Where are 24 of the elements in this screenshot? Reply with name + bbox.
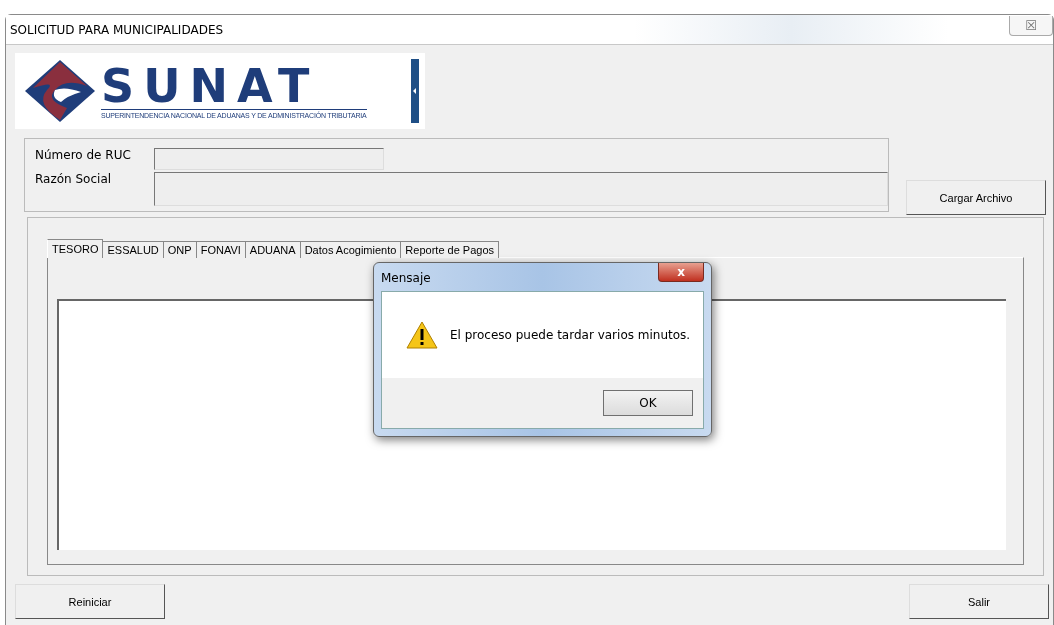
close-button[interactable]: x [658, 263, 704, 282]
close-button[interactable]: ☒ [1009, 15, 1053, 36]
input-field[interactable] [154, 148, 384, 170]
logo-icon [25, 60, 95, 122]
side-handle-icon [411, 59, 419, 123]
exit-button[interactable]: Salir [909, 584, 1049, 619]
window-title: SOLICITUD PARA MUNICIPALIDADES [10, 22, 224, 37]
tab[interactable]: TESORO [47, 239, 104, 258]
tab[interactable]: ONP [163, 241, 197, 258]
tab[interactable]: ESSALUD [103, 241, 164, 258]
warning-icon [406, 321, 438, 349]
dialog-title: Mensaje [381, 271, 431, 285]
logo-name: SUNAT [101, 63, 319, 109]
tab[interactable]: FONAVI [196, 241, 246, 258]
tab[interactable]: Reporte de Pagos [401, 241, 500, 258]
load-file-button[interactable]: Cargar Archivo [906, 180, 1046, 215]
tab[interactable]: Datos Acogimiento [300, 241, 402, 258]
reset-button[interactable]: Reiniciar [15, 584, 165, 619]
input-field[interactable] [154, 172, 888, 206]
dialog-message: El proceso puede tardar varios minutos. [450, 328, 691, 342]
ok-button[interactable]: OK [603, 390, 693, 416]
field-label: Número de RUC [35, 148, 132, 162]
tab[interactable]: ADUANA [245, 241, 301, 258]
field-label: Razón Social [35, 172, 113, 186]
